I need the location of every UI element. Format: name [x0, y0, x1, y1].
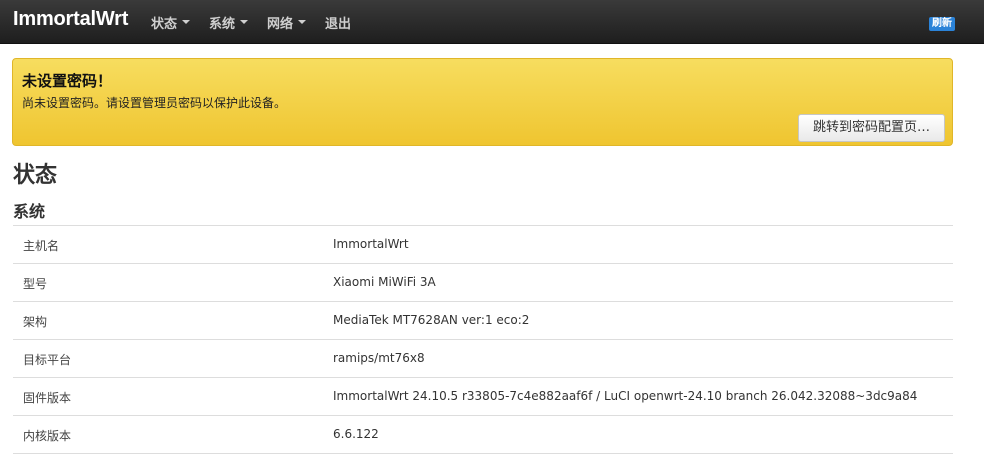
- brand-logo[interactable]: ImmortalWrt: [13, 8, 128, 31]
- nav-logout[interactable]: 退出: [325, 13, 351, 32]
- nav-system-menu[interactable]: 系统: [209, 13, 249, 32]
- row-label: 架构: [23, 315, 48, 329]
- nav-status-menu[interactable]: 状态: [151, 13, 191, 32]
- goto-password-config-button[interactable]: 跳转到密码配置页…: [798, 114, 945, 142]
- refresh-badge[interactable]: 刷新: [929, 17, 955, 31]
- nav-logout-label: 退出: [325, 16, 352, 32]
- section-title: 系统: [13, 202, 46, 221]
- system-info-table: 主机名 ImmortalWrt 型号 Xiaomi MiWiFi 3A 架构 M…: [13, 225, 953, 454]
- row-label: 主机名: [23, 239, 60, 253]
- row-value: ImmortalWrt: [333, 237, 409, 251]
- table-row: 主机名 ImmortalWrt: [13, 226, 953, 264]
- no-password-alert: 未设置密码！ 尚未设置密码。请设置管理员密码以保护此设备。 跳转到密码配置页…: [12, 58, 953, 146]
- top-navbar: ImmortalWrt 状态 系统 网络 退出 刷新: [0, 0, 984, 44]
- row-label: 型号: [23, 277, 48, 291]
- page-title: 状态: [13, 163, 58, 188]
- row-value: MediaTek MT7628AN ver:1 eco:2: [333, 313, 530, 327]
- table-row: 型号 Xiaomi MiWiFi 3A: [13, 264, 953, 302]
- row-label: 目标平台: [23, 353, 72, 367]
- row-label: 固件版本: [23, 391, 72, 405]
- table-row: 架构 MediaTek MT7628AN ver:1 eco:2: [13, 302, 953, 340]
- caret-down-icon: [240, 20, 249, 24]
- row-value: Xiaomi MiWiFi 3A: [333, 275, 436, 289]
- main-nav: 状态 系统 网络 退出: [151, 0, 370, 44]
- row-value: ImmortalWrt 24.10.5 r33805-7c4e882aaf6f …: [333, 389, 918, 403]
- row-value: ramips/mt76x8: [333, 351, 425, 365]
- caret-down-icon: [182, 20, 191, 24]
- table-row: 内核版本 6.6.122: [13, 416, 953, 454]
- nav-system-label: 系统: [209, 16, 236, 32]
- caret-down-icon: [298, 20, 307, 24]
- nav-network-label: 网络: [267, 16, 294, 32]
- alert-title: 未设置密码！: [22, 72, 113, 90]
- row-value: 6.6.122: [333, 427, 379, 441]
- table-row: 固件版本 ImmortalWrt 24.10.5 r33805-7c4e882a…: [13, 378, 953, 416]
- table-row: 目标平台 ramips/mt76x8: [13, 340, 953, 378]
- nav-status-label: 状态: [151, 16, 178, 32]
- nav-network-menu[interactable]: 网络: [267, 13, 307, 32]
- row-label: 内核版本: [23, 429, 72, 443]
- alert-message: 尚未设置密码。请设置管理员密码以保护此设备。: [22, 96, 287, 110]
